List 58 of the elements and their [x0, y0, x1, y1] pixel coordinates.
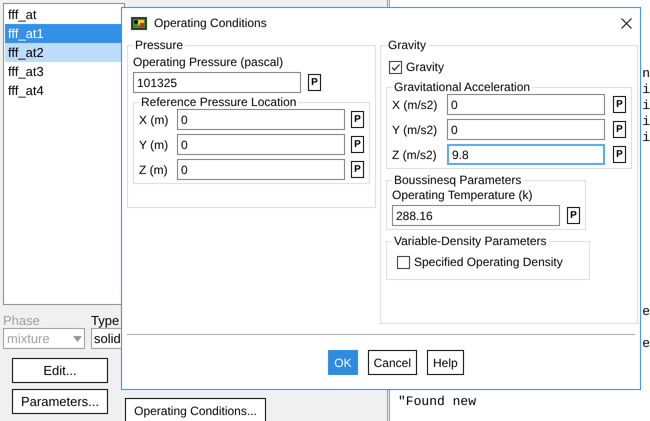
console-line: n	[642, 66, 650, 82]
parameter-button[interactable]: P	[613, 121, 626, 138]
parameter-button[interactable]: P	[613, 96, 626, 113]
console-line: i	[642, 114, 650, 130]
group-title: Gravity	[387, 38, 428, 52]
group-title: Variable-Density Parameters	[393, 234, 548, 248]
input-field[interactable]: 288.16	[392, 205, 560, 226]
parameter-button[interactable]: P	[351, 161, 364, 178]
group-title: Gravitational Acceleration	[393, 80, 532, 94]
dialog-button[interactable]: Help	[427, 350, 464, 375]
checkbox-label: Specified Operating Density	[414, 254, 563, 271]
field-label: Operating Pressure (pascal)	[133, 55, 284, 70]
field-label: X (m)	[139, 112, 170, 128]
parameter-button[interactable]: P	[351, 136, 364, 153]
list-item[interactable]: fff_at	[5, 5, 123, 24]
console-line: i	[642, 98, 650, 114]
input-field[interactable]: 9.8	[447, 144, 605, 165]
input-field[interactable]: 0	[447, 94, 605, 115]
field-label: Operating Temperature (k)	[392, 188, 534, 203]
parameter-button[interactable]: P	[351, 111, 364, 128]
field-label: Z (m/s2)	[392, 146, 438, 164]
field-label: Y (m/s2)	[392, 122, 438, 138]
checkbox-label: Gravity	[406, 59, 444, 76]
console-line: i	[642, 130, 650, 146]
console-line: i	[642, 82, 650, 98]
side-button[interactable]: Parameters...	[12, 389, 108, 414]
window-title: Operating Conditions	[154, 15, 268, 32]
input-field[interactable]: 101325	[133, 72, 301, 93]
close-icon[interactable]	[621, 18, 632, 28]
parameter-button[interactable]: P	[567, 207, 580, 224]
checkbox[interactable]	[389, 60, 402, 74]
list-item[interactable]: fff_at4	[5, 81, 123, 100]
list-item[interactable]: fff_at2	[5, 43, 123, 62]
console-line: e	[642, 304, 650, 320]
field-label: Z (m)	[139, 162, 169, 178]
input-field[interactable]: 0	[177, 109, 345, 130]
group-title: Pressure	[134, 38, 184, 52]
phase-label: Phase	[3, 313, 41, 328]
caret-icon	[73, 336, 82, 342]
input-field[interactable]: 0	[447, 119, 605, 140]
parameter-button[interactable]: P	[613, 146, 626, 163]
dialog-button[interactable]: Cancel	[368, 350, 417, 375]
operating-conditions-button[interactable]: Operating Conditions...	[125, 398, 266, 421]
group-title: Boussinesq Parameters	[393, 173, 522, 187]
side-button[interactable]: Edit...	[12, 358, 108, 383]
console-line: "Found new	[397, 394, 478, 410]
app-icon	[131, 16, 147, 30]
checkbox[interactable]	[397, 256, 410, 268]
field-label: Y (m)	[139, 136, 170, 154]
console-line: e	[642, 336, 650, 352]
list-item[interactable]: fff_at3	[5, 62, 123, 81]
group-title: Reference Pressure Location	[140, 95, 298, 109]
input-field[interactable]: 0	[177, 134, 345, 155]
field-label: X (m/s2)	[392, 96, 438, 114]
type-label: Type	[91, 313, 120, 328]
input-field[interactable]: 0	[177, 159, 345, 180]
dialog-button[interactable]: OK	[328, 350, 358, 375]
parameter-button[interactable]: P	[308, 74, 321, 91]
